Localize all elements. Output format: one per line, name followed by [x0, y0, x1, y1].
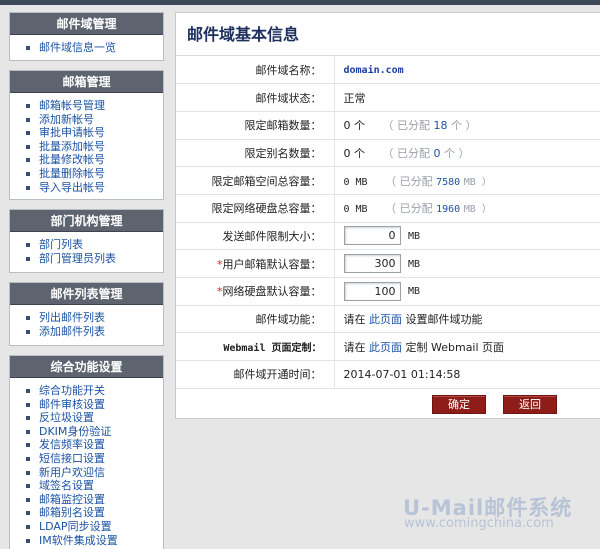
text-suffix: 定制 Webmail 页面 — [405, 340, 505, 354]
unit-label: MB — [408, 258, 421, 270]
domain-function-link[interactable]: 此页面 — [369, 313, 402, 326]
form-row-disk-space: 限定网络硬盘总容量： 0 MB （ 已分配 1960 MB ） — [176, 194, 600, 223]
mail-space-value: 0 MB — [343, 176, 368, 188]
sidebar: 邮件域管理 邮件域信息一览 邮箱管理 邮箱帐号管理 添加新帐号 审批申请帐号 批… — [9, 12, 164, 549]
sidebar-item-im-integration[interactable]: IM软件集成设置 — [26, 534, 163, 548]
form-row-disk-default: *网络硬盘默认容量： MB — [176, 277, 600, 306]
mailbox-default-input[interactable] — [343, 254, 401, 274]
sidebar-item-welcome-letter[interactable]: 新用户欢迎信 — [26, 466, 163, 480]
mailbox-allocated-count: 18 — [433, 119, 448, 133]
allocated-prefix: （ 已分配 — [382, 146, 431, 160]
sidebar-item-list-mailing-lists[interactable]: 列出邮件列表 — [26, 311, 163, 325]
allocated-prefix: （ 已分配 — [385, 202, 433, 216]
field-label: Webmail 页面定制： — [176, 332, 335, 362]
watermark-url: www.comingchina.com — [404, 516, 554, 531]
sidebar-item-domain-signature[interactable]: 域签名设置 — [26, 479, 163, 493]
mailbox-limit-value: 0 个 — [343, 119, 366, 133]
panel-title: 邮件域管理 — [10, 13, 163, 35]
panel-title: 综合功能设置 — [10, 356, 163, 378]
open-time-value: 2014-07-01 01:14:58 — [343, 367, 461, 381]
panel-mailbox-management: 邮箱管理 邮箱帐号管理 添加新帐号 审批申请帐号 批量添加帐号 批量修改帐号 批… — [9, 70, 164, 200]
webmail-custom-link[interactable]: 此页面 — [369, 341, 402, 354]
form-row-alias-limit: 限定别名数量： 0 个 （ 已分配 0 个 ） — [176, 139, 600, 168]
field-label: 限定邮箱数量： — [176, 111, 335, 140]
sidebar-item-add-mailing-list[interactable]: 添加邮件列表 — [26, 325, 163, 339]
field-label: 邮件域开通时间： — [176, 360, 335, 389]
unit-label: MB — [408, 230, 421, 242]
sidebar-item-sms-interface[interactable]: 短信接口设置 — [26, 452, 163, 466]
button-row: 确定 返回 — [176, 389, 600, 419]
sidebar-item-anti-spam[interactable]: 反垃圾设置 — [26, 411, 163, 425]
field-label: 邮件域名称： — [176, 56, 335, 85]
field-label: 邮件域功能： — [176, 305, 335, 334]
panel-department-management: 部门机构管理 部门列表 部门管理员列表 — [9, 209, 164, 273]
back-button[interactable]: 返回 — [503, 394, 557, 414]
field-label: 限定邮箱空间总容量： — [176, 166, 335, 195]
sidebar-item-mailbox-monitor[interactable]: 邮箱监控设置 — [26, 493, 163, 507]
panel-title: 部门机构管理 — [10, 210, 163, 232]
field-label: 限定别名数量： — [176, 139, 335, 168]
panel-title: 邮箱管理 — [10, 71, 163, 93]
top-bar — [0, 0, 600, 5]
sidebar-item-dkim[interactable]: DKIM身份验证 — [26, 425, 163, 439]
sidebar-item-approve-accounts[interactable]: 审批申请帐号 — [26, 126, 163, 140]
sidebar-item-send-frequency[interactable]: 发信频率设置 — [26, 438, 163, 452]
allocated-prefix: （ 已分配 — [382, 119, 431, 133]
field-label: *用户邮箱默认容量： — [176, 249, 335, 278]
allocated-suffix: MB ） — [463, 176, 492, 188]
sidebar-item-feature-switches[interactable]: 综合功能开关 — [26, 384, 163, 398]
main-panel: 邮件域基本信息 邮件域名称： domain.com 邮件域状态： 正常 限定邮箱… — [175, 12, 600, 419]
sidebar-item-department-admins[interactable]: 部门管理员列表 — [26, 252, 163, 266]
panel-general-settings: 综合功能设置 综合功能开关 邮件审核设置 反垃圾设置 DKIM身份验证 发信频率… — [9, 355, 164, 549]
form-row-domain-name: 邮件域名称： domain.com — [176, 56, 600, 85]
confirm-button[interactable]: 确定 — [432, 394, 486, 414]
mail-space-allocated: 7580 — [436, 176, 461, 188]
form-row-mailbox-limit: 限定邮箱数量： 0 个 （ 已分配 18 个 ） — [176, 111, 600, 140]
form-row-webmail-custom: Webmail 页面定制： 请在 此页面 定制 Webmail 页面 — [176, 332, 600, 362]
page-title: 邮件域基本信息 — [176, 13, 600, 56]
text-prefix: 请在 — [343, 313, 366, 327]
field-label: 限定网络硬盘总容量： — [176, 194, 335, 223]
form-row-domain-function: 邮件域功能： 请在 此页面 设置邮件域功能 — [176, 305, 600, 334]
sidebar-item-department-list[interactable]: 部门列表 — [26, 238, 163, 252]
sidebar-item-import-export[interactable]: 导入导出帐号 — [26, 181, 163, 195]
form-row-mailbox-default: *用户邮箱默认容量： MB — [176, 249, 600, 278]
panel-mailing-list-management: 邮件列表管理 列出邮件列表 添加邮件列表 — [9, 282, 164, 346]
form-row-mail-space: 限定邮箱空间总容量： 0 MB （ 已分配 7580 MB ） — [176, 166, 600, 195]
domain-status-value: 正常 — [343, 91, 366, 105]
panel-title: 邮件列表管理 — [10, 283, 163, 305]
field-label: 发送邮件限制大小： — [176, 222, 335, 251]
send-limit-input[interactable] — [343, 226, 401, 246]
form-row-send-limit: 发送邮件限制大小： MB — [176, 222, 600, 251]
panel-domain-management: 邮件域管理 邮件域信息一览 — [9, 12, 164, 61]
allocated-suffix: MB ） — [463, 204, 492, 216]
sidebar-item-account-management[interactable]: 邮箱帐号管理 — [26, 99, 163, 113]
sidebar-item-add-account[interactable]: 添加新帐号 — [26, 113, 163, 127]
sidebar-item-mail-audit[interactable]: 邮件审核设置 — [26, 398, 163, 412]
disk-space-allocated: 1960 — [436, 204, 461, 216]
allocated-prefix: （ 已分配 — [385, 174, 433, 188]
domain-info-form: 邮件域名称： domain.com 邮件域状态： 正常 限定邮箱数量： 0 个 … — [176, 56, 600, 389]
sidebar-item-batch-modify[interactable]: 批量修改帐号 — [26, 153, 163, 167]
allocated-suffix: 个 ） — [451, 119, 477, 133]
sidebar-item-mailbox-alias[interactable]: 邮箱别名设置 — [26, 506, 163, 520]
domain-name-value: domain.com — [343, 65, 404, 77]
disk-space-value: 0 MB — [343, 204, 368, 216]
text-prefix: 请在 — [343, 340, 366, 354]
sidebar-item-batch-add[interactable]: 批量添加帐号 — [26, 140, 163, 154]
sidebar-item-ldap-sync[interactable]: LDAP同步设置 — [26, 520, 163, 534]
alias-allocated-count: 0 — [433, 146, 441, 160]
form-row-domain-status: 邮件域状态： 正常 — [176, 83, 600, 112]
alias-limit-value: 0 个 — [343, 146, 366, 160]
unit-label: MB — [408, 286, 421, 298]
allocated-suffix: 个 ） — [444, 146, 470, 160]
field-label: *网络硬盘默认容量： — [176, 277, 335, 306]
form-row-open-time: 邮件域开通时间： 2014-07-01 01:14:58 — [176, 360, 600, 389]
disk-default-input[interactable] — [343, 281, 401, 301]
field-label: 邮件域状态： — [176, 83, 335, 112]
sidebar-item-batch-delete[interactable]: 批量删除帐号 — [26, 167, 163, 181]
text-suffix: 设置邮件域功能 — [405, 313, 483, 327]
sidebar-item-domain-overview[interactable]: 邮件域信息一览 — [26, 41, 163, 55]
